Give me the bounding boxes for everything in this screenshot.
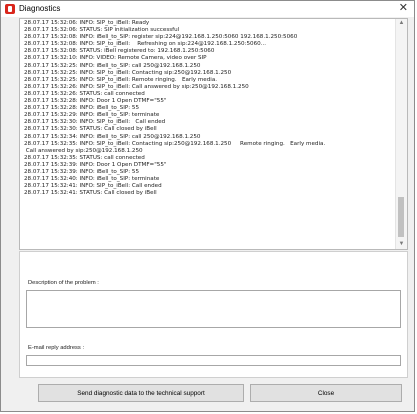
scroll-up-icon[interactable]: ▲ [396, 19, 407, 28]
log-line: 28.07.17 15:32:41: INFO: SIP_to_iBell: C… [24, 183, 162, 190]
log-line: 28.07.17 15:32:25: INFO: SIP_to_iBell: R… [24, 76, 218, 83]
log-line: 28.07.17 15:32:06: STATUS: SIP initializ… [24, 27, 180, 34]
log-line: 28.07.17 15:32:30: STATUS: Call closed b… [24, 126, 157, 133]
log-line: Call answered by sip:250@192.168.1.250 [24, 147, 143, 154]
log-line: 28.07.17 15:32:08: STATUS: iBell registe… [24, 48, 215, 55]
log-line: 28.07.17 15:32:39: INFO: iBell_to_SIP: 5… [24, 168, 139, 175]
log-line: 28.07.17 15:32:25: INFO: SIP_to_iBell: C… [24, 69, 232, 76]
scroll-thumb[interactable] [398, 197, 404, 237]
log-line: 28.07.17 15:32:29: INFO: iBell_to_SIP: t… [24, 112, 160, 119]
app-logo-icon [5, 4, 15, 14]
close-icon[interactable]: ✕ [399, 2, 408, 15]
send-diagnostic-button[interactable]: Send diagnostic data to the technical su… [38, 384, 244, 402]
log-line: 28.07.17 15:32:26: INFO: SIP_to_iBell: C… [24, 83, 249, 90]
description-textarea[interactable] [26, 290, 401, 328]
log-line: 28.07.17 15:32:28: INFO: Door 1 Open DTM… [24, 98, 167, 105]
description-label: Description of the problem : [28, 280, 99, 286]
log-line: 28.07.17 15:32:39: INFO: Door 1 Open DTM… [24, 161, 167, 168]
log-line: 28.07.17 15:32:08: INFO: iBell_to_SIP: r… [24, 34, 298, 41]
email-field[interactable] [26, 355, 401, 366]
log-line: 28.07.17 15:32:10: INFO: VIDEO: Remote C… [24, 55, 207, 62]
log-line: 28.07.17 15:32:34: INFO: iBell_to_SIP: c… [24, 133, 201, 140]
log-line: 28.07.17 15:32:26: STATUS: call connecte… [24, 90, 145, 97]
log-line: 28.07.17 15:32:25: INFO: iBell_to_SIP: c… [24, 62, 201, 69]
log-text-area[interactable]: 28.07.17 15:32:06: INFO: SIP_to_iBell: R… [24, 20, 393, 248]
log-line: 28.07.17 15:32:06: INFO: SIP_to_iBell: R… [24, 20, 150, 26]
scroll-down-icon[interactable]: ▼ [396, 240, 407, 249]
log-line: 28.07.17 15:32:35: INFO: SIP_to_iBell: C… [24, 140, 326, 147]
log-scrollbar[interactable]: ▲ ▼ [395, 19, 407, 249]
title-bar: Diagnostics ✕ [1, 1, 414, 17]
window-title: Diagnostics [19, 4, 61, 13]
close-button[interactable]: Close [250, 384, 402, 402]
email-label: E-mail reply address : [28, 345, 85, 351]
log-line: 28.07.17 15:32:30: INFO: SIP_to_iBell: C… [24, 119, 166, 126]
log-line: 28.07.17 15:32:28: INFO: iBell_to_SIP: 5… [24, 105, 139, 112]
log-line: 28.07.17 15:32:41: STATUS: Call closed b… [24, 190, 157, 197]
log-line: 28.07.17 15:32:40: INFO: iBell_to_SIP: t… [24, 176, 160, 183]
log-line: 28.07.17 15:32:35: STATUS: call connecte… [24, 154, 145, 161]
log-line: 28.07.17 15:32:08: INFO: SIP_to_iBell: R… [24, 41, 267, 48]
log-panel[interactable]: 28.07.17 15:32:06: INFO: SIP_to_iBell: R… [19, 18, 408, 250]
